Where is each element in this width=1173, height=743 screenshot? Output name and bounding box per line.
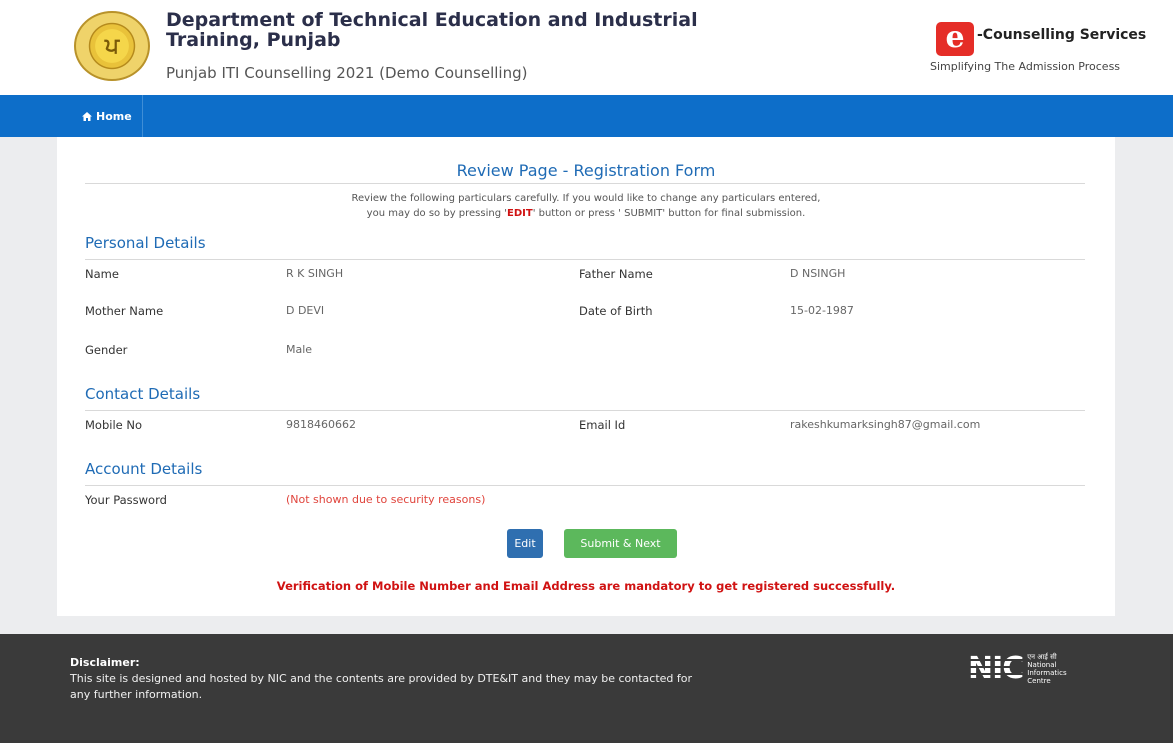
instr-edit-highlight: EDIT (507, 208, 533, 219)
gender-value: Male (286, 343, 313, 356)
nav-home-link[interactable]: Home (74, 95, 143, 137)
email-value: rakeshkumarksingh87@gmail.com (790, 418, 981, 431)
e-counselling-tagline: Simplifying The Admission Process (930, 60, 1121, 73)
nic-letters: NIC (968, 651, 1024, 686)
instructions-line-2: you may do so by pressing 'EDIT' button … (57, 206, 1115, 221)
department-emblem-logo: ਪ (74, 11, 150, 81)
nic-logo: NIC एन आई सी National Informatics Centre (968, 651, 1077, 686)
review-panel: Review Page - Registration Form Review t… (57, 137, 1115, 616)
account-divider (85, 485, 1085, 486)
father-name-value: D NSINGH (790, 267, 846, 280)
contact-details-heading: Contact Details (85, 385, 201, 403)
department-title: Department of Technical Education and In… (166, 9, 698, 51)
nic-hindi: एन आई सी (1027, 653, 1057, 661)
navbar: Home (0, 95, 1173, 137)
nic-name: National Informatics Centre (1027, 661, 1067, 685)
disclaimer-title: Disclaimer: (70, 656, 140, 669)
password-value: (Not shown due to security reasons) (286, 493, 486, 506)
title-divider (85, 183, 1085, 184)
home-icon (82, 111, 92, 121)
gender-label: Gender (85, 343, 128, 357)
mother-name-value: D DEVI (286, 304, 325, 317)
email-label: Email Id (579, 418, 626, 432)
emblem-glyph: ਪ (104, 33, 120, 59)
edit-button[interactable]: Edit (507, 529, 543, 558)
personal-details-heading: Personal Details (85, 234, 206, 252)
nic-caption: एन आई सी National Informatics Centre (1027, 653, 1077, 685)
nav-home-label: Home (96, 109, 132, 123)
mother-name-label: Mother Name (85, 304, 164, 318)
instructions-line-1: Review the following particulars careful… (351, 193, 821, 204)
counselling-subtitle: Punjab ITI Counselling 2021 (Demo Counse… (166, 64, 528, 82)
password-label: Your Password (85, 493, 167, 507)
father-name-label: Father Name (579, 267, 653, 281)
personal-divider (85, 259, 1085, 260)
e-counselling-logo: e (936, 22, 974, 56)
dob-label: Date of Birth (579, 304, 653, 318)
instr-pre: you may do so by pressing ' (366, 208, 507, 219)
instructions: Review the following particulars careful… (57, 191, 1115, 221)
page-title: Review Page - Registration Form (456, 161, 716, 180)
account-details-heading: Account Details (85, 460, 203, 478)
submit-next-button[interactable]: Submit & Next (564, 529, 677, 558)
disclaimer-text: This site is designed and hosted by NIC … (70, 672, 692, 701)
dob-value: 15-02-1987 (790, 304, 854, 317)
contact-divider (85, 410, 1085, 411)
verification-warning: Verification of Mobile Number and Email … (276, 579, 896, 593)
e-counselling-name: -Counselling Services (977, 27, 1147, 43)
name-value: R K SINGH (286, 267, 344, 280)
mobile-label: Mobile No (85, 418, 143, 432)
instr-mid: ' button or press ' SUBMIT' button for f… (532, 208, 806, 219)
page-header: ਪ Department of Technical Education and … (0, 0, 1173, 95)
mobile-value: 9818460662 (286, 418, 356, 431)
name-label: Name (85, 267, 119, 281)
page-footer: Disclaimer: This site is designed and ho… (0, 634, 1173, 743)
